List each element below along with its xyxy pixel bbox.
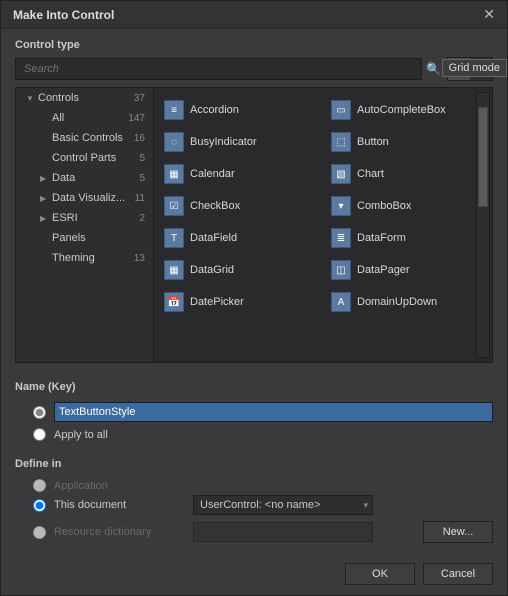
dialog-footer: OK Cancel (1, 555, 507, 595)
close-icon[interactable]: ✕ (479, 6, 499, 23)
tree-item[interactable]: Panels (16, 228, 153, 248)
control-item-label: Calendar (190, 168, 235, 180)
control-type-panel: ▼Controls37All147Basic Controls16Control… (15, 87, 493, 363)
control-item[interactable]: ≣ DataForm (325, 224, 488, 252)
control-type-label: Control type (15, 39, 493, 51)
name-key-label: Name (Key) (15, 381, 493, 393)
scope-combobox[interactable]: UserControl: <no name> ▾ (193, 495, 373, 515)
control-icon: ◫ (331, 260, 351, 280)
tree-item[interactable]: ▶ESRI2 (16, 208, 153, 228)
tree-item[interactable]: ▼Controls37 (16, 88, 153, 108)
control-item-label: DataPager (357, 264, 410, 276)
control-item-label: Chart (357, 168, 384, 180)
this-document-label: This document (54, 499, 126, 511)
control-item-label: CheckBox (190, 200, 240, 212)
ok-button[interactable]: OK (345, 563, 415, 585)
apply-all-label: Apply to all (54, 429, 108, 441)
control-icon: ▾ (331, 196, 351, 216)
tree-item[interactable]: All147 (16, 108, 153, 128)
control-icon: ▭ (331, 100, 351, 120)
define-in-label: Define in (15, 458, 493, 470)
control-icon: ▦ (164, 164, 184, 184)
control-item[interactable]: ▾ ComboBox (325, 192, 488, 220)
resource-dict-label: Resource dictionary (54, 526, 151, 538)
control-item[interactable]: ◫ DataPager (325, 256, 488, 284)
grid-mode-tooltip: Grid mode (442, 59, 507, 77)
control-item[interactable]: T DataField (158, 224, 321, 252)
search-icon: 🔍 (426, 62, 441, 76)
control-item[interactable]: ≡ Accordion (158, 96, 321, 124)
resource-dict-radio (33, 526, 46, 539)
control-item[interactable]: 📅 DatePicker (158, 288, 321, 316)
control-item[interactable]: ▦ Calendar (158, 160, 321, 188)
tree-item[interactable]: Theming13 (16, 248, 153, 268)
control-item-label: ComboBox (357, 200, 411, 212)
apply-all-radio[interactable] (33, 428, 46, 441)
control-item-label: Button (357, 136, 389, 148)
control-item-label: BusyIndicator (190, 136, 257, 148)
control-item[interactable]: ▭ AutoCompleteBox (325, 96, 488, 124)
titlebar: Make Into Control ✕ (1, 1, 507, 29)
make-into-control-dialog: Make Into Control ✕ Control type 🔍 ▦ ≣ G… (0, 0, 508, 596)
control-item-label: DomainUpDown (357, 296, 437, 308)
tree-item[interactable]: ▶Data5 (16, 168, 153, 188)
category-tree: ▼Controls37All147Basic Controls16Control… (16, 88, 154, 362)
control-icon: ⬚ (331, 132, 351, 152)
control-item[interactable]: ▦ DataGrid (158, 256, 321, 284)
scrollbar[interactable] (476, 92, 490, 358)
name-input[interactable] (54, 402, 493, 422)
control-item-label: DataGrid (190, 264, 234, 276)
control-item-label: DatePicker (190, 296, 244, 308)
cancel-button[interactable]: Cancel (423, 563, 493, 585)
scope-combobox-value: UserControl: <no name> (200, 499, 320, 511)
control-item[interactable]: ☑ CheckBox (158, 192, 321, 220)
control-item-label: AutoCompleteBox (357, 104, 446, 116)
control-icon: ◌ (164, 132, 184, 152)
name-radio[interactable] (33, 406, 46, 419)
search-input[interactable] (15, 58, 422, 80)
control-item-label: DataForm (357, 232, 406, 244)
control-grid: ≡ Accordion ▭ AutoCompleteBox ◌ BusyIndicator… (154, 88, 492, 362)
resource-dict-combobox (193, 522, 373, 542)
tree-item[interactable]: Basic Controls16 (16, 128, 153, 148)
dialog-title: Make Into Control (13, 8, 114, 22)
control-item[interactable]: ◌ BusyIndicator (158, 128, 321, 156)
control-icon: ▧ (331, 164, 351, 184)
application-label: Application (54, 480, 108, 492)
control-icon: 📅 (164, 292, 184, 312)
control-icon: ≡ (164, 100, 184, 120)
control-item[interactable]: ⬚ Button (325, 128, 488, 156)
application-radio (33, 479, 46, 492)
tree-item[interactable]: Control Parts5 (16, 148, 153, 168)
tree-item[interactable]: ▶Data Visualiz...11 (16, 188, 153, 208)
chevron-down-icon: ▾ (363, 500, 368, 511)
new-button[interactable]: New... (423, 521, 493, 543)
control-icon: ☑ (164, 196, 184, 216)
control-icon: ≣ (331, 228, 351, 248)
this-document-radio[interactable] (33, 499, 46, 512)
control-item-label: DataField (190, 232, 237, 244)
control-icon: ▦ (164, 260, 184, 280)
control-item-label: Accordion (190, 104, 239, 116)
control-icon: T (164, 228, 184, 248)
scroll-thumb[interactable] (478, 107, 488, 207)
control-icon: A (331, 292, 351, 312)
control-item[interactable]: A DomainUpDown (325, 288, 488, 316)
control-item[interactable]: ▧ Chart (325, 160, 488, 188)
